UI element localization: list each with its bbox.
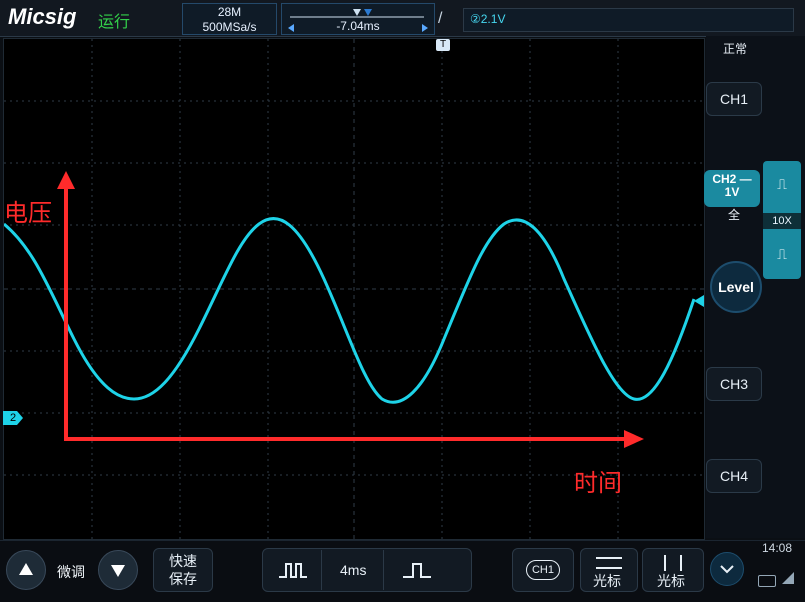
divider <box>383 550 384 590</box>
ch1-button[interactable]: CH1 <box>706 82 762 116</box>
decrease-button[interactable] <box>98 550 138 590</box>
timebase-position[interactable]: -7.04ms <box>281 3 435 35</box>
channel-select-button[interactable]: CH1 <box>512 548 574 592</box>
vertical-cursor-icon <box>660 555 686 571</box>
ch2-coupling-icon: — <box>739 172 752 186</box>
triangle-down-icon <box>111 565 125 577</box>
narrow-pulse-icon[interactable] <box>398 559 436 581</box>
trigger-status: 正常 <box>722 42 747 56</box>
cursor-horizontal-button[interactable]: 光标 <box>580 548 638 592</box>
trigger-slope-icon[interactable]: / <box>438 10 442 28</box>
ch1-badge: CH1 <box>526 560 560 580</box>
cursor-label: 光标 <box>593 573 621 589</box>
time-label: 时间 <box>574 469 622 497</box>
battery-icon <box>758 575 776 587</box>
signal-icon <box>782 572 794 584</box>
trigger-level: ②2.1V <box>470 12 506 26</box>
trigger-level-box[interactable]: ②2.1V <box>463 8 794 32</box>
quick-save-line1: 快速 <box>169 553 197 569</box>
pulse-icon: ⎍ <box>777 175 787 192</box>
ch2-button[interactable]: CH2 — 1V <box>704 170 760 207</box>
level-knob[interactable]: Level <box>710 261 762 313</box>
acquisition-box[interactable]: 28M 500MSa/s <box>182 3 277 35</box>
chevron-down-icon <box>720 565 734 574</box>
cursor-vertical-button[interactable]: 光标 <box>642 548 704 592</box>
ch4-button[interactable]: CH4 <box>706 459 762 493</box>
voltage-label: 电压 <box>4 199 52 227</box>
memory-depth: 28M <box>217 5 242 19</box>
cursor-label: 光标 <box>657 573 685 589</box>
timebase-control[interactable]: 4ms <box>262 548 472 592</box>
brand-logo: Micsig <box>8 4 77 29</box>
run-status[interactable]: 运行 <box>98 8 130 32</box>
wide-pulse-icon[interactable] <box>274 559 312 581</box>
divider <box>321 550 322 590</box>
quick-save-text: 快速 保存 <box>169 552 197 588</box>
clock: 14:08 <box>762 541 793 555</box>
fine-tune-label: 微调 <box>57 564 85 580</box>
triangle-up-icon <box>19 563 33 575</box>
ch2-label: CH2 <box>712 172 737 186</box>
waveform-screen[interactable]: T 2 电压 时间 <box>3 38 705 540</box>
time-offset: -7.04ms <box>336 19 380 33</box>
horizontal-cursor-icon <box>596 557 622 569</box>
quick-save-button[interactable]: 快速 保存 <box>153 548 213 592</box>
probe-factor: 10X <box>763 213 801 229</box>
time-per-division: 4ms <box>340 562 367 578</box>
ch2-scale: 1V <box>724 185 740 199</box>
quick-save-line2: 保存 <box>169 571 197 587</box>
pulse-icon: ⎍ <box>777 245 787 262</box>
ch3-button[interactable]: CH3 <box>706 367 762 401</box>
ch2-bandwidth: 全 <box>728 208 741 222</box>
probe-panel[interactable]: ⎍ 10X ⎍ <box>763 161 801 279</box>
increase-button[interactable] <box>6 550 46 590</box>
level-label: Level <box>718 279 754 295</box>
sample-rate: 500MSa/s <box>202 20 257 34</box>
more-button[interactable] <box>710 552 744 586</box>
